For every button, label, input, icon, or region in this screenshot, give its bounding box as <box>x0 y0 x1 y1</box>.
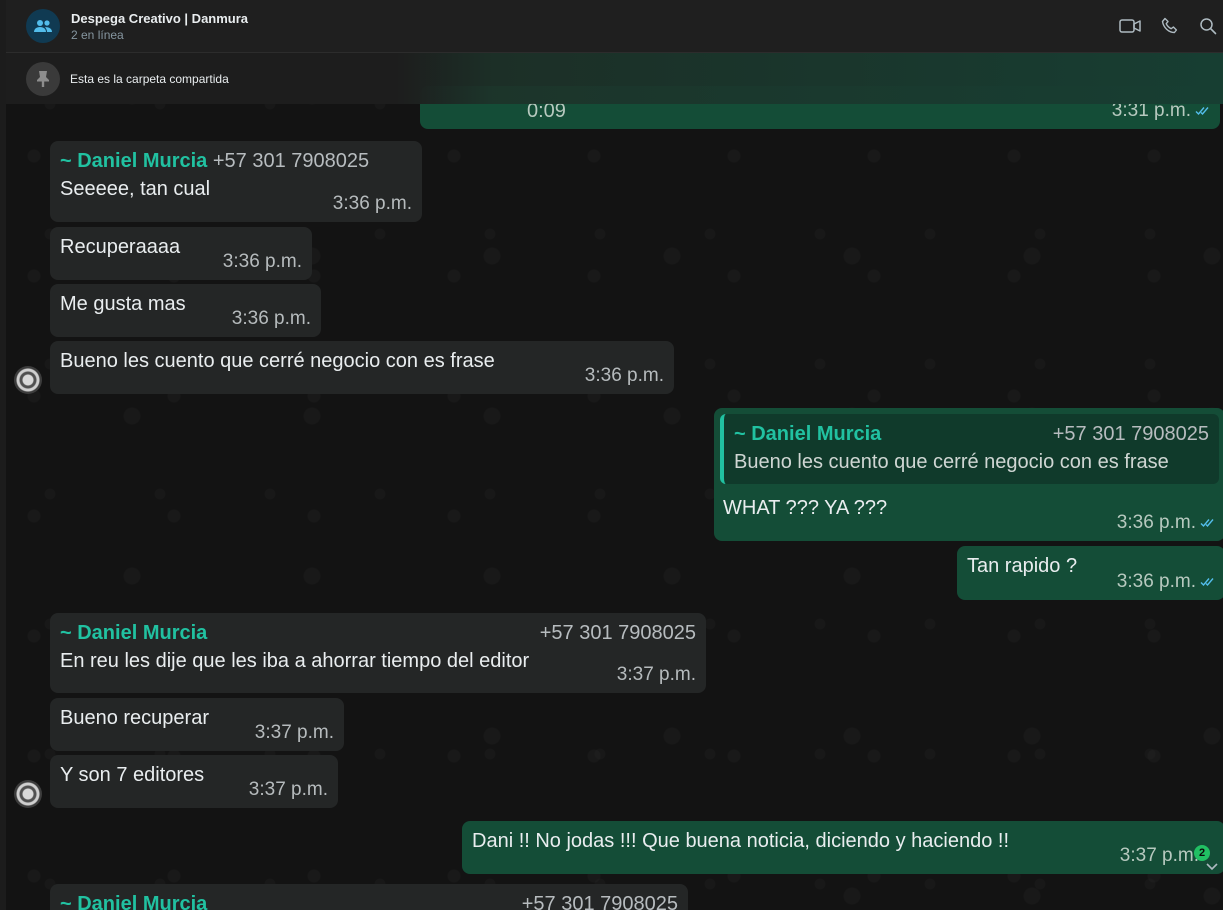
read-receipt-icon <box>1195 106 1210 116</box>
quoted-message[interactable]: ~ Daniel Murcia +57 301 7908025 Bueno le… <box>720 414 1219 484</box>
read-receipt-icon <box>1200 577 1215 587</box>
search-icon[interactable] <box>1199 17 1217 35</box>
online-status: 2 en línea <box>71 27 124 42</box>
message-text: Bueno les cuento que cerré negocio con e… <box>60 350 495 372</box>
quote-sender-name: ~ Daniel Murcia <box>734 423 882 445</box>
chevron-down-icon <box>1206 863 1218 871</box>
message-bubble-outgoing[interactable]: Dani !! No jodas !!! Que buena noticia, … <box>462 821 1223 874</box>
message-bubble-outgoing[interactable]: Tan rapido ? 3:36 p.m. <box>957 546 1223 600</box>
group-avatar[interactable] <box>26 9 60 43</box>
pinned-message-banner[interactable]: Esta es la carpeta compartida <box>6 53 1223 104</box>
video-call-icon[interactable] <box>1119 18 1141 34</box>
message-time: 3:36 p.m. <box>332 193 412 214</box>
message-time: 3:37 p.m. <box>248 779 328 800</box>
chat-title[interactable]: Despega Creativo | Danmura <box>71 11 248 26</box>
message-bubble-incoming[interactable]: Recuperaaaa 3:36 p.m. <box>50 227 312 280</box>
message-bubble-incoming[interactable]: ~ Daniel Murcia +57 301 7908025 En reu l… <box>50 613 706 693</box>
message-time: 3:37 p.m. <box>1119 845 1199 866</box>
quote-text: Bueno les cuento que cerré negocio con e… <box>734 451 1169 473</box>
message-bubble-incoming[interactable]: ~ Daniel Murcia +57 301 7908025 Seeeee, … <box>50 141 422 222</box>
pinned-text: Esta es la carpeta compartida <box>70 71 229 86</box>
message-time: 3:36 p.m. <box>231 308 311 329</box>
sender-phone: +57 301 7908025 <box>521 893 678 910</box>
sender-phone: +57 301 7908025 <box>539 622 696 644</box>
message-bubble-incoming[interactable]: ~ Daniel Murcia +57 301 7908025 <box>50 884 688 910</box>
message-bubble-outgoing[interactable]: ~ Daniel Murcia +57 301 7908025 Bueno le… <box>714 408 1223 541</box>
chat-window: Despega Creativo | Danmura 2 en línea Es… <box>0 0 1223 910</box>
sender-phone: +57 301 7908025 <box>212 150 370 172</box>
scroll-down-button[interactable] <box>1203 858 1221 876</box>
sender-avatar[interactable] <box>14 780 42 808</box>
message-time: 3:36 p.m. <box>1117 511 1215 535</box>
message-text: Dani !! No jodas !!! Que buena noticia, … <box>472 830 1010 852</box>
message-time: 3:36 p.m. <box>584 365 664 386</box>
message-bubble-incoming[interactable]: Bueno les cuento que cerré negocio con e… <box>50 341 674 394</box>
message-bubble-incoming[interactable]: Bueno recuperar 3:37 p.m. <box>50 698 344 751</box>
message-bubble-incoming[interactable]: Y son 7 editores 3:37 p.m. <box>50 755 338 808</box>
message-bubble-incoming[interactable]: Me gusta mas 3:36 p.m. <box>50 284 321 337</box>
message-time: 3:37 p.m. <box>254 722 334 743</box>
group-icon <box>34 20 52 32</box>
chat-header[interactable]: Despega Creativo | Danmura 2 en línea <box>6 0 1223 53</box>
read-receipt-icon <box>1200 518 1215 528</box>
sender-name[interactable]: ~ Daniel Murcia <box>60 621 207 645</box>
message-time: 3:37 p.m. <box>616 664 696 685</box>
message-text: WHAT ??? YA ??? <box>723 497 888 519</box>
message-time: 3:36 p.m. <box>222 251 302 272</box>
sender-name[interactable]: ~ Daniel Murcia <box>60 892 207 910</box>
message-text: En reu les dije que les iba a ahorrar ti… <box>60 650 530 672</box>
message-time: 3:36 p.m. <box>1117 570 1215 594</box>
sender-name[interactable]: ~ Daniel Murcia <box>60 150 207 172</box>
quote-sender-phone: +57 301 7908025 <box>1052 423 1209 445</box>
voice-call-icon[interactable] <box>1161 17 1179 35</box>
pin-icon <box>26 61 60 96</box>
sender-avatar[interactable] <box>14 366 42 394</box>
